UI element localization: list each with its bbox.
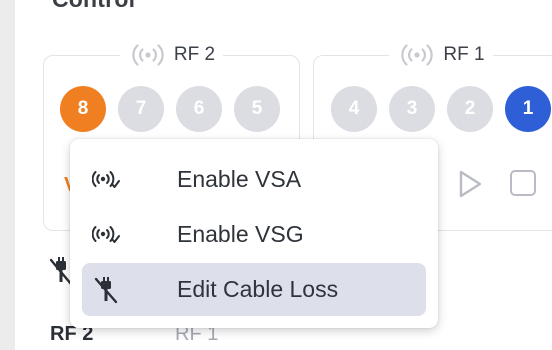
menu-item-edit-cable-loss[interactable]: Edit Cable Loss <box>82 263 426 316</box>
stop-checkbox[interactable] <box>510 170 536 196</box>
port-7-button[interactable]: 7 <box>118 86 164 132</box>
rf1-title: RF 1 <box>443 44 485 65</box>
port-4-button[interactable]: 4 <box>331 86 377 132</box>
wireless-signal-icon <box>92 226 120 243</box>
rf2-title: RF 2 <box>173 44 216 65</box>
port-5-button[interactable]: 5 <box>234 86 280 132</box>
context-menu: Enable VSA Enable VSG Edit Cable Loss <box>70 139 438 328</box>
play-icon[interactable] <box>452 167 486 201</box>
rf2-header: RF 2 <box>44 43 299 72</box>
section-title: Control <box>52 0 135 13</box>
menu-item-enable-vsa[interactable]: Enable VSA <box>82 153 426 206</box>
rf1-header: RF 1 <box>314 43 552 72</box>
wireless-signal-icon <box>132 44 164 66</box>
menu-item-label: Enable VSG <box>177 221 304 247</box>
wireless-signal-icon <box>92 171 120 188</box>
wireless-signal-icon <box>401 44 434 66</box>
rf1-ports: 4 3 2 1 <box>331 86 551 132</box>
port-6-button[interactable]: 6 <box>176 86 222 132</box>
menu-item-label: Enable VSA <box>177 166 302 192</box>
rf2-ports: 8 7 6 5 <box>60 86 280 132</box>
menu-item-enable-vsg[interactable]: Enable VSG <box>82 208 426 261</box>
port-1-button[interactable]: 1 <box>505 86 551 132</box>
menu-item-label: Edit Cable Loss <box>177 276 339 302</box>
port-3-button[interactable]: 3 <box>389 86 435 132</box>
port-2-button[interactable]: 2 <box>447 86 493 132</box>
cable-off-icon <box>94 277 118 304</box>
port-8-button[interactable]: 8 <box>60 86 106 132</box>
